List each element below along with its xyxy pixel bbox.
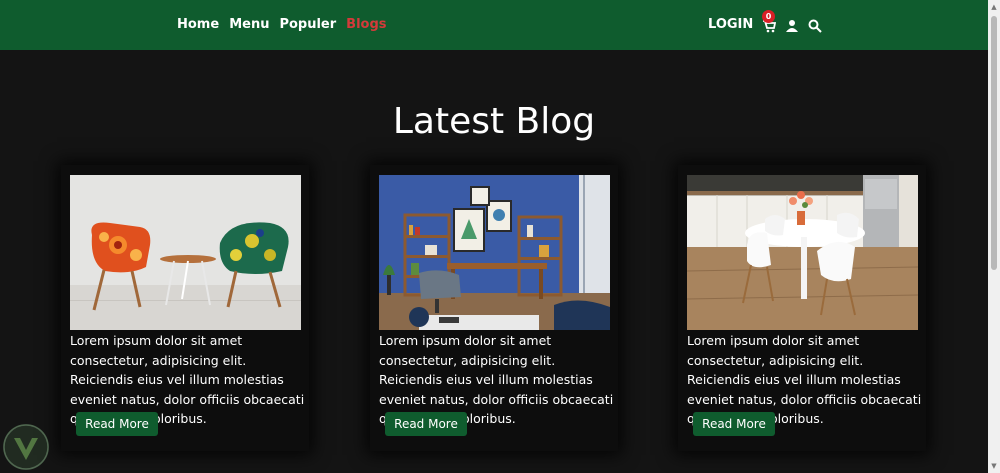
nav-link-menu[interactable]: Menu (229, 17, 269, 32)
navbar: Home Menu Populer Blogs LOGIN 0 (0, 0, 988, 50)
section-title: Latest Blog (392, 101, 596, 142)
scroll-up-arrow-icon[interactable]: ▲ (990, 3, 998, 11)
nav-link-home[interactable]: Home (177, 17, 219, 32)
search-icon[interactable] (808, 18, 822, 33)
nav-link-populer[interactable]: Populer (279, 17, 336, 32)
scroll-thumb[interactable] (991, 16, 997, 270)
nav-links: Home Menu Populer Blogs (177, 17, 387, 32)
nav-link-blogs[interactable]: Blogs (346, 17, 386, 32)
read-more-button[interactable]: Read More (385, 412, 467, 436)
blog-card-image (70, 175, 301, 330)
read-more-button[interactable]: Read More (693, 412, 775, 436)
blog-card: Lorem ipsum dolor sit amet consectetur, … (370, 165, 618, 451)
blog-card: Lorem ipsum dolor sit amet consectetur, … (61, 165, 309, 451)
blog-card-image (379, 175, 610, 330)
read-more-button[interactable]: Read More (76, 412, 158, 436)
watermark-logo (0, 420, 52, 473)
blog-card-image (687, 175, 918, 330)
cart-count-badge: 0 (762, 10, 775, 23)
scroll-down-arrow-icon[interactable]: ▼ (990, 462, 998, 470)
scrollbar[interactable]: ▲ ▼ (988, 0, 1000, 473)
user-icon[interactable] (785, 18, 799, 32)
blog-card: Lorem ipsum dolor sit amet consectetur, … (678, 165, 926, 451)
login-link[interactable]: LOGIN (708, 17, 753, 32)
